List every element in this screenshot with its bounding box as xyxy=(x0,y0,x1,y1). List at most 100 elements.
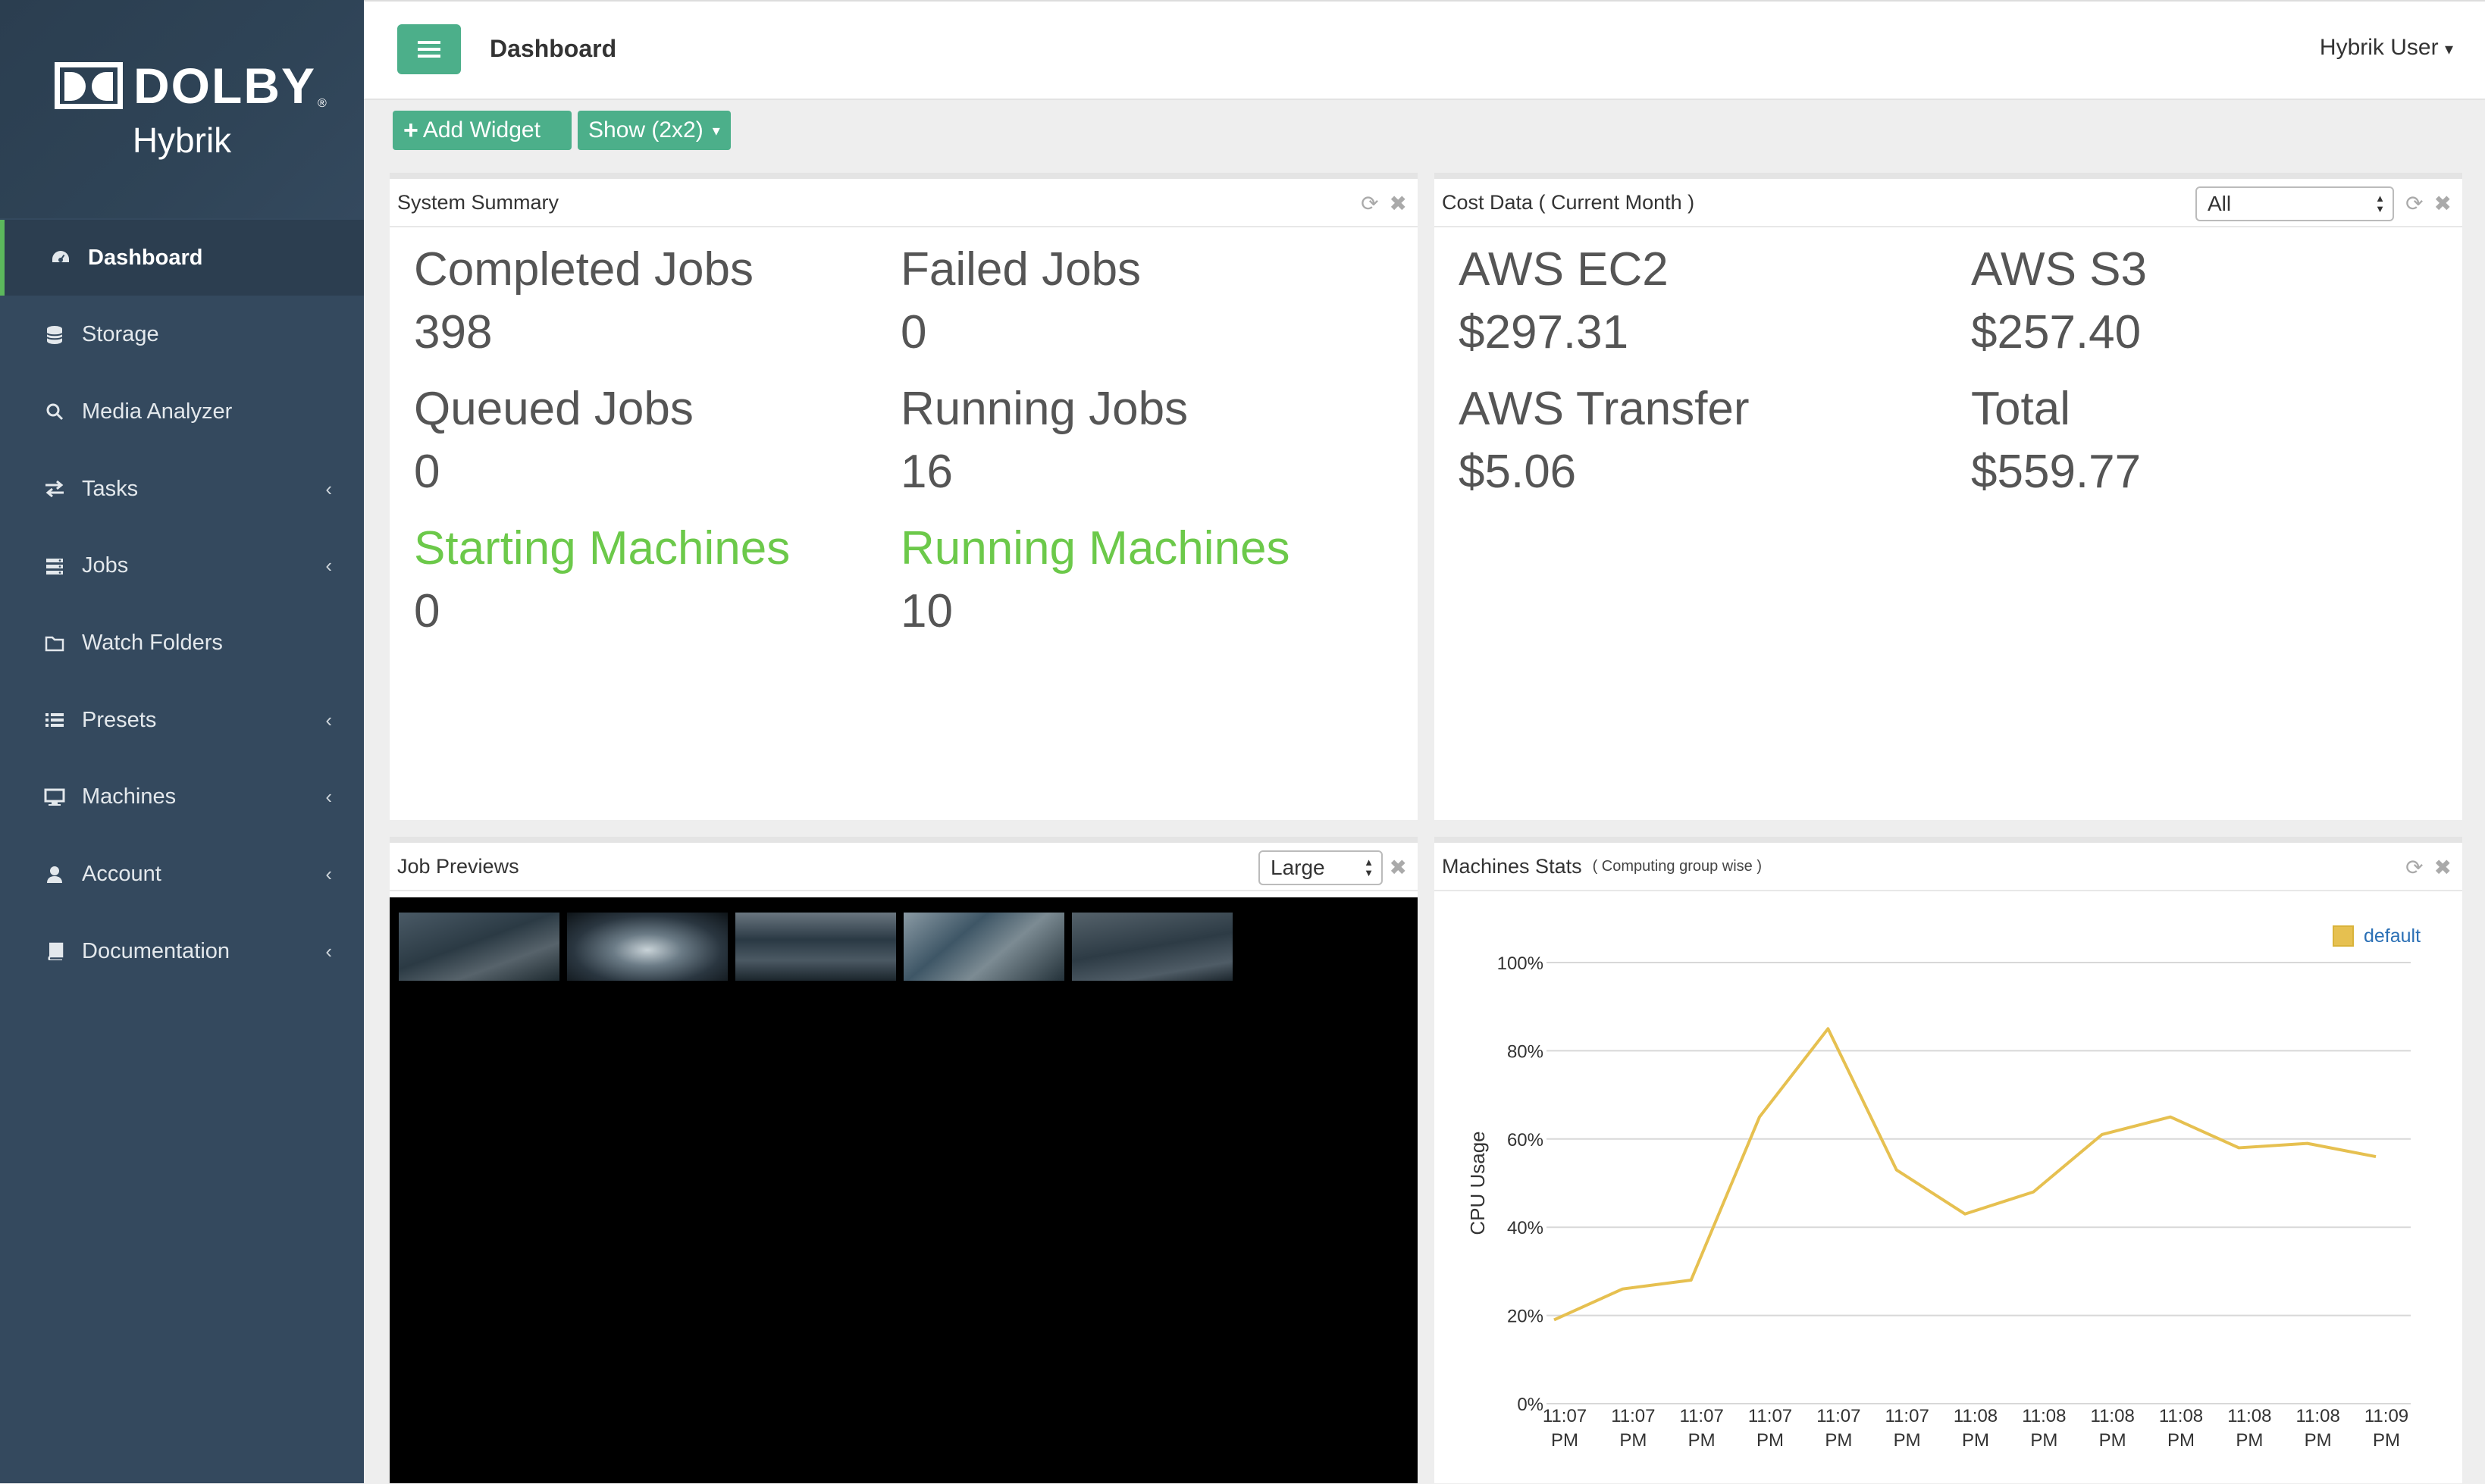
panel-header: Job Previews Large ▲ ▼ ✖ xyxy=(390,843,1418,891)
y-tick-label: 100% xyxy=(1497,953,1543,974)
caret-down-icon: ▾ xyxy=(712,122,720,139)
chevron-left-icon: ‹ xyxy=(325,863,332,886)
sidebar-item-watch-folders[interactable]: Watch Folders xyxy=(0,606,364,681)
cost-aws-transfer: AWS Transfer $5.06 xyxy=(1459,380,1750,506)
stat-label: Queued Jobs xyxy=(414,383,694,435)
close-icon[interactable]: ✖ xyxy=(2434,191,2452,216)
job-preview-thumbnail[interactable] xyxy=(735,913,896,981)
cost-value: $297.31 xyxy=(1459,306,1629,358)
x-tick-label: 11:07 xyxy=(1885,1406,1929,1426)
panel-tools: ⟳ ✖ xyxy=(2395,855,2452,880)
cost-filter-value: All xyxy=(2208,192,2232,215)
cost-label: AWS Transfer xyxy=(1459,383,1750,435)
stat-completed-jobs: Completed Jobs 398 xyxy=(414,241,754,367)
chevron-left-icon: ‹ xyxy=(325,939,332,963)
x-tick-label: PM xyxy=(2167,1430,2195,1451)
panel-title: System Summary xyxy=(397,190,559,214)
sidebar: DOLBY ® Hybrik Dashboard Storage Media Ana… xyxy=(0,0,364,1483)
sidebar-item-documentation[interactable]: Documentation ‹ xyxy=(0,913,364,989)
job-previews-panel: Job Previews Large ▲ ▼ ✖ xyxy=(390,837,1418,1483)
job-preview-thumbnail[interactable] xyxy=(567,913,728,981)
cost-data-panel: Cost Data ( Current Month ) All ▲ ▼ ⟳ ✖ A… xyxy=(1434,173,2462,820)
sidebar-item-tasks[interactable]: Tasks ‹ xyxy=(0,451,364,527)
hamburger-icon xyxy=(418,41,440,58)
dolby-logo[interactable]: DOLBY ® xyxy=(55,61,327,111)
sidebar-item-label: Jobs xyxy=(82,553,129,578)
sidebar-item-label: Documentation xyxy=(82,938,230,963)
brand-area: DOLBY ® Hybrik xyxy=(0,0,364,218)
stat-starting-machines: Starting Machines 0 xyxy=(414,520,790,646)
add-widget-button[interactable]: + Add Widget xyxy=(393,111,572,150)
show-layout-dropdown[interactable]: Show (2x2) ▾ xyxy=(578,111,731,150)
sidebar-item-storage[interactable]: Storage xyxy=(0,297,364,373)
exchange-icon xyxy=(39,481,70,498)
job-preview-thumbnail[interactable] xyxy=(904,913,1064,981)
stat-running-jobs: Running Jobs 16 xyxy=(901,380,1188,506)
y-tick-label: 60% xyxy=(1507,1130,1543,1151)
chevron-left-icon: ‹ xyxy=(325,785,332,809)
job-preview-thumbnail[interactable] xyxy=(399,913,559,981)
book-icon xyxy=(39,942,70,961)
stat-value: 16 xyxy=(901,446,953,498)
top-bar: Dashboard Hybrik User ▾ xyxy=(364,0,2485,100)
preview-size-select[interactable]: Large ▲ ▼ xyxy=(1258,850,1383,885)
add-widget-label: Add Widget xyxy=(422,117,541,142)
sidebar-item-media-analyzer[interactable]: Media Analyzer xyxy=(0,374,364,449)
brand-name: DOLBY xyxy=(133,58,316,114)
x-tick-label: PM xyxy=(2236,1430,2263,1451)
cost-value: $257.40 xyxy=(1971,306,2142,358)
menu-toggle-button[interactable] xyxy=(397,24,461,74)
close-icon[interactable]: ✖ xyxy=(2434,855,2452,880)
sidebar-item-label: Tasks xyxy=(82,476,139,501)
x-tick-label: 11:07 xyxy=(1543,1406,1587,1426)
cost-value: $5.06 xyxy=(1459,446,1577,498)
list-icon xyxy=(39,712,70,728)
select-arrows-icon: ▲ ▼ xyxy=(1364,856,1374,878)
stat-running-machines: Running Machines 10 xyxy=(901,520,1290,646)
legend-label: default xyxy=(2364,925,2421,947)
sidebar-item-presets[interactable]: Presets ‹ xyxy=(0,682,364,758)
x-tick-label: PM xyxy=(2373,1430,2400,1451)
search-icon xyxy=(39,402,70,421)
sidebar-item-jobs[interactable]: Jobs ‹ xyxy=(0,528,364,604)
system-summary-panel: System Summary ⟳ ✖ Completed Jobs 398 Fail… xyxy=(390,173,1418,820)
refresh-icon[interactable]: ⟳ xyxy=(2405,855,2423,880)
close-icon[interactable]: ✖ xyxy=(1390,855,1407,880)
x-tick-label: 11:08 xyxy=(2091,1406,2135,1426)
y-tick-label: 0% xyxy=(1517,1395,1543,1415)
x-tick-label: 11:08 xyxy=(2022,1406,2066,1426)
panel-title: Machines Stats xyxy=(1442,854,1582,878)
jobs-icon xyxy=(39,557,70,575)
y-axis-label: CPU Usage xyxy=(1466,1131,1489,1235)
stat-value: 398 xyxy=(414,306,493,358)
stat-value: 0 xyxy=(414,585,440,637)
stat-value: 10 xyxy=(901,585,953,637)
sidebar-item-label: Watch Folders xyxy=(82,631,223,655)
x-tick-label: 11:09 xyxy=(2364,1406,2408,1426)
cost-label: AWS S3 xyxy=(1971,243,2147,296)
x-tick-label: PM xyxy=(1551,1430,1578,1451)
sidebar-item-machines[interactable]: Machines ‹ xyxy=(0,759,364,835)
panel-tools: ⟳ ✖ xyxy=(2395,191,2452,216)
job-preview-thumbnail[interactable] xyxy=(1072,913,1233,981)
brand-registered-mark: ® xyxy=(318,97,327,110)
refresh-icon[interactable]: ⟳ xyxy=(2405,191,2423,216)
sidebar-item-label: Dashboard xyxy=(88,245,203,270)
refresh-icon[interactable]: ⟳ xyxy=(1361,191,1378,216)
user-name: Hybrik User xyxy=(2319,35,2439,60)
cost-filter-select[interactable]: All ▲ ▼ xyxy=(2195,186,2394,221)
x-tick-label: 11:07 xyxy=(1748,1406,1792,1426)
sidebar-item-dashboard[interactable]: Dashboard xyxy=(0,220,364,296)
close-icon[interactable]: ✖ xyxy=(1390,191,1407,216)
x-tick-label: 11:08 xyxy=(1954,1406,1998,1426)
sidebar-item-account[interactable]: Account ‹ xyxy=(0,837,364,913)
x-tick-label: PM xyxy=(1825,1430,1852,1451)
stat-label: Failed Jobs xyxy=(901,243,1142,296)
x-tick-label: 11:08 xyxy=(2296,1406,2340,1426)
panel-tools: ✖ xyxy=(1379,855,1407,880)
user-menu[interactable]: Hybrik User ▾ xyxy=(2320,35,2453,61)
x-tick-label: PM xyxy=(1688,1430,1716,1451)
x-tick-label: 11:08 xyxy=(2159,1406,2203,1426)
cpu-usage-chart: 0% 20% 40% 60% 80% 100% CPU Usage 11:07 PM 11:07 P… xyxy=(1466,925,2421,1451)
show-layout-label: Show (2x2) xyxy=(588,117,704,142)
